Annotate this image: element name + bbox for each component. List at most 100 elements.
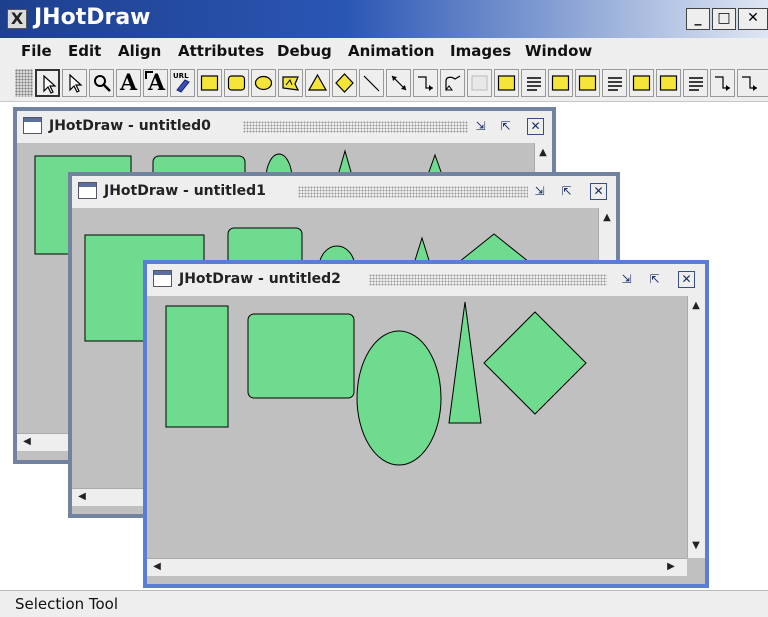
frame-titlebar[interactable]: JHotDraw - untitled2 ⇲ ⇱ ✕ [147,264,705,297]
horizontal-scrollbar[interactable]: ◀ ▶ [147,558,687,576]
fill-tool-2-button[interactable] [548,69,573,97]
close-icon[interactable]: ✕ [527,118,544,135]
elbow-tool-3-button[interactable] [737,69,768,97]
magnifier-icon [94,75,111,92]
close-icon[interactable]: ✕ [678,271,695,288]
direct-selection-tool-button[interactable] [62,69,87,97]
rectangle-tool-button[interactable] [197,69,222,97]
menu-debug[interactable]: Debug [277,42,332,60]
scroll-up-arrow-icon[interactable]: ▲ [599,210,615,226]
zoom-tool-button[interactable] [89,69,114,97]
fill-tool-button[interactable] [494,69,519,97]
selection-tool-button[interactable] [35,69,60,97]
url-tool-button[interactable]: URL [170,69,195,97]
close-icon[interactable]: ✕ [590,183,607,200]
diamond-icon [335,73,354,93]
status-text: Selection Tool [15,595,119,613]
text-a-icon: A [120,70,138,96]
fill-tool-4-button[interactable] [629,69,654,97]
frame-window-icon [78,182,97,199]
text-area-tool-button[interactable]: A [143,69,168,97]
align-lines-icon [608,77,622,91]
align-tool-3-button[interactable] [683,69,708,97]
maximize-icon[interactable]: ⇱ [558,183,575,200]
triangle-icon [308,73,328,91]
polygon-icon [282,76,300,91]
frame-title: JHotDraw - untitled1 [104,183,266,199]
menu-animation[interactable]: Animation [348,42,434,60]
desktop-pane: JHotDraw - untitled0 ⇲ ⇱ ✕ ▲ ◀ JHotDraw … [0,102,768,590]
triangle-tool-button[interactable] [305,69,330,97]
app-icon: X [7,9,27,29]
internal-frame-untitled2[interactable]: JHotDraw - untitled2 ⇲ ⇱ ✕ ▲ ▼ ◀ ▶ [143,260,709,588]
round-rectangle-icon [227,75,246,91]
scroll-right-arrow-icon[interactable]: ▶ [663,559,679,575]
menu-attributes[interactable]: Attributes [178,42,264,60]
url-link-icon [176,79,190,93]
align-tool-2-button[interactable] [602,69,627,97]
menu-bar: File Edit Align Attributes Debug Animati… [0,38,768,64]
diamond-figure [483,311,587,415]
border-tool-button[interactable] [467,69,492,97]
scroll-left-arrow-icon[interactable]: ◀ [74,489,90,505]
elbow-connection-tool-button[interactable] [413,69,438,97]
frame-title-texture [243,121,468,133]
ellipse-tool-button[interactable] [251,69,276,97]
alignment-tool-button[interactable] [521,69,546,97]
frame-title-texture [298,186,528,198]
toolbar: A A URL [0,64,768,102]
elbow-connection-icon [715,76,730,91]
diamond-tool-button[interactable] [332,69,357,97]
round-rectangle-tool-button[interactable] [224,69,249,97]
line-tool-button[interactable] [359,69,384,97]
curve-connection-tool-button[interactable] [440,69,465,97]
line-icon [363,75,380,92]
align-lines-icon [527,77,541,91]
scroll-up-arrow-icon[interactable]: ▲ [535,145,551,161]
toolbar-grip[interactable] [15,69,33,97]
scroll-up-arrow-icon[interactable]: ▲ [688,298,704,314]
menu-images[interactable]: Images [450,42,511,60]
menu-window[interactable]: Window [525,42,592,60]
frame-window-icon [153,270,172,287]
iconify-icon[interactable]: ⇲ [531,183,548,200]
scroll-down-arrow-icon[interactable]: ▼ [688,538,704,554]
filled-rectangle-icon [632,75,651,91]
app-titlebar: X JHotDraw _ □ ✕ [0,0,768,38]
maximize-icon[interactable]: ⇱ [497,118,514,135]
menu-file[interactable]: File [21,42,52,60]
frame-titlebar[interactable]: JHotDraw - untitled1 ⇲ ⇱ ✕ [72,176,616,209]
maximize-button[interactable]: □ [712,8,736,30]
ellipse-figure [356,330,442,466]
elbow-connection-icon [742,76,757,91]
elbow-tool-2-button[interactable] [710,69,735,97]
triangle-figure [448,301,482,424]
scroll-left-arrow-icon[interactable]: ◀ [149,559,165,575]
fill-tool-3-button[interactable] [575,69,600,97]
menu-align[interactable]: Align [118,42,161,60]
connection-tool-button[interactable] [386,69,411,97]
minimize-button[interactable]: _ [686,8,710,30]
maximize-icon[interactable]: ⇱ [646,271,663,288]
drawing-canvas[interactable] [147,296,687,540]
frame-title: JHotDraw - untitled2 [179,271,341,287]
scroll-left-arrow-icon[interactable]: ◀ [19,434,35,450]
iconify-icon[interactable]: ⇲ [618,271,635,288]
menu-edit[interactable]: Edit [68,42,101,60]
text-area-corner-icon [145,71,153,79]
close-button[interactable]: ✕ [738,8,768,30]
text-tool-button[interactable]: A [116,69,141,97]
iconify-icon[interactable]: ⇲ [472,118,489,135]
curve-connection-icon [445,75,461,91]
filled-rectangle-icon [551,75,570,91]
frame-title-texture [369,274,607,286]
fill-tool-5-button[interactable] [656,69,681,97]
arrow-pointer-icon [43,74,57,94]
filled-rectangle-icon [659,75,678,91]
vertical-scrollbar[interactable]: ▲ ▼ [687,296,705,558]
image-tool-button[interactable] [278,69,303,97]
elbow-connection-icon [418,76,433,91]
frame-titlebar[interactable]: JHotDraw - untitled0 ⇲ ⇱ ✕ [17,111,552,144]
arrow-pointer-icon [69,73,83,93]
filled-rectangle-icon [497,75,516,91]
